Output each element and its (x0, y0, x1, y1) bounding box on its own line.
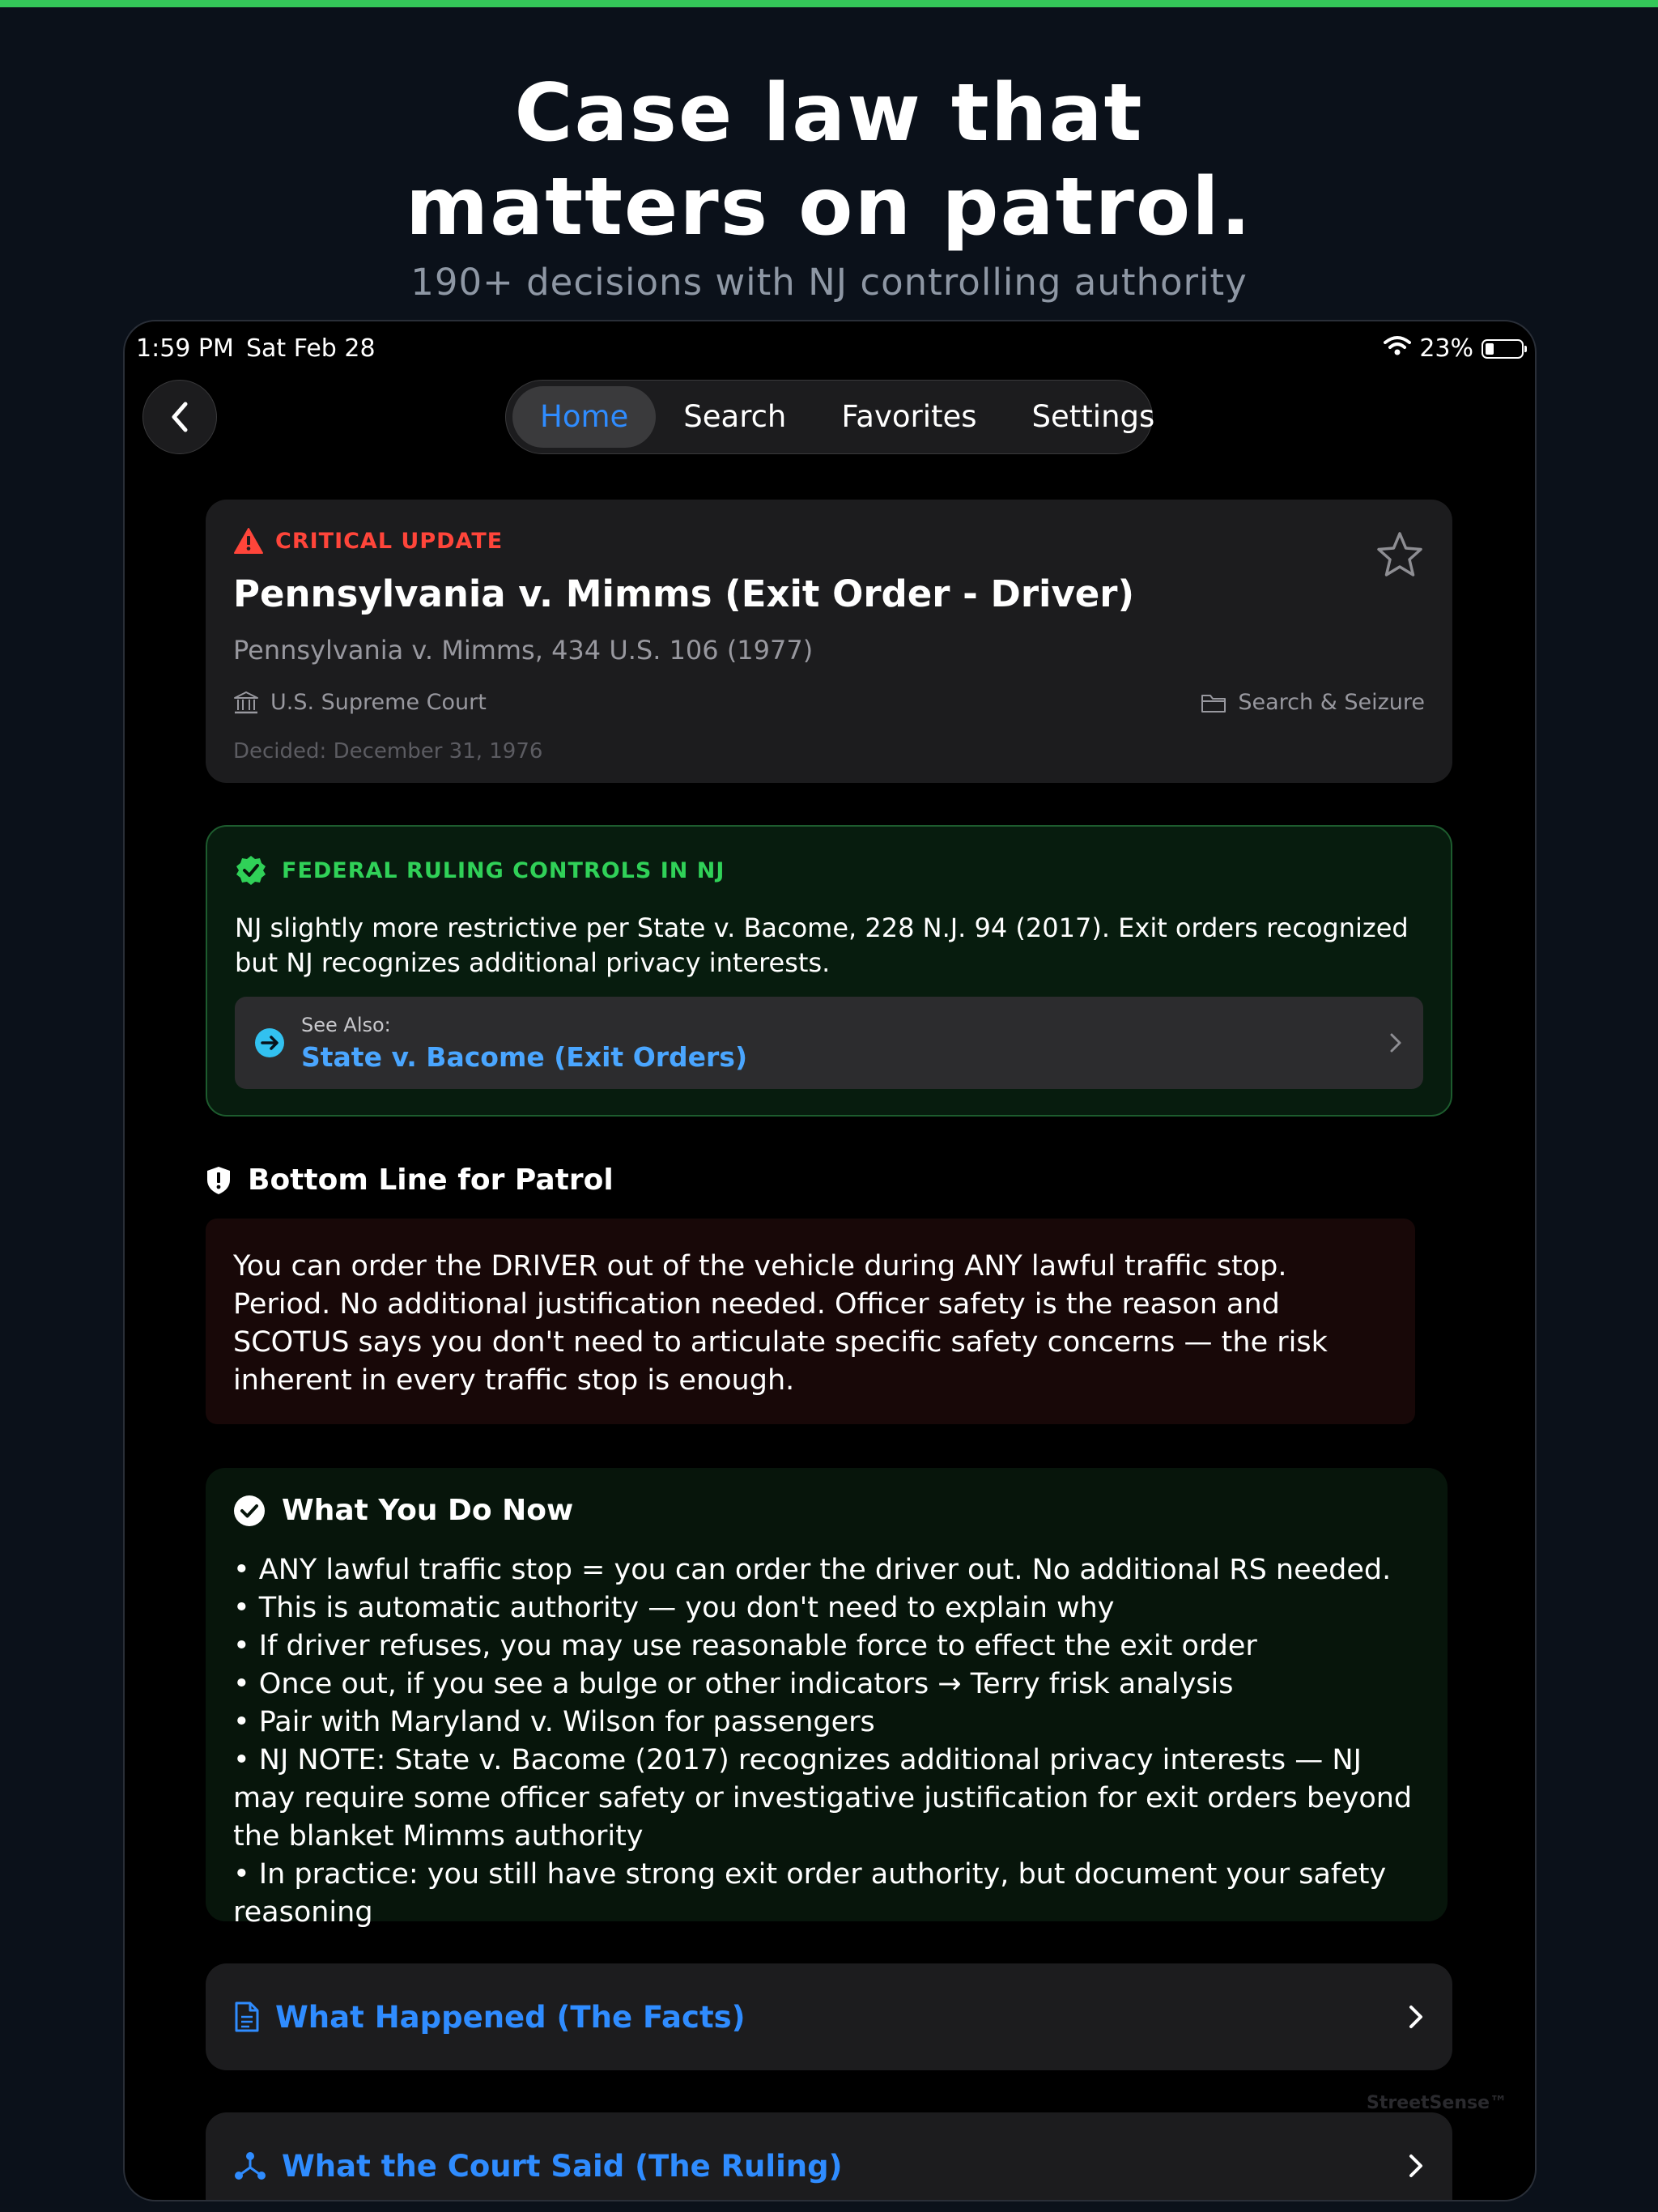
what-you-do-card: What You Do Now • ANY lawful traffic sto… (206, 1468, 1448, 1929)
federal-controls-badge: FEDERAL RULING CONTROLS IN NJ (235, 854, 1423, 887)
top-accent-bar (0, 0, 1658, 7)
facts-section-label: What Happened (The Facts) (275, 1999, 746, 2035)
star-icon (1377, 532, 1422, 576)
bottom-line-heading: Bottom Line for Patrol (206, 1163, 614, 1197)
controlling-note: NJ slightly more restrictive per State v… (235, 912, 1409, 978)
warning-icon (234, 528, 263, 554)
bottom-line-card: You can order the DRIVER out of the vehi… (206, 1219, 1415, 1424)
document-icon (235, 2001, 259, 2032)
facts-section-row[interactable]: What Happened (The Facts) (206, 1963, 1452, 2070)
action-bullet: • Once out, if you see a bulge or other … (233, 1668, 1234, 1700)
case-meta: U.S. Supreme Court Search & Seizure (233, 690, 1425, 715)
critical-update-badge: CRITICAL UPDATE (233, 527, 1425, 555)
headline-line-1: Case law that (514, 67, 1144, 160)
ruling-section-label: What the Court Said (The Ruling) (282, 2148, 843, 2184)
watermark: StreetSense™ (1366, 2093, 1507, 2113)
wifi-icon (1384, 334, 1412, 363)
status-right: 23% (1384, 334, 1527, 363)
marketing-subheadline: 190+ decisions with NJ controlling autho… (410, 261, 1248, 304)
case-citation: Pennsylvania v. Mimms, 434 U.S. 106 (197… (233, 635, 814, 666)
favorite-star-button[interactable] (1375, 530, 1425, 582)
status-bar: 1:59 PM Sat Feb 28 23% (136, 334, 1527, 367)
see-also-case-link[interactable]: State v. Bacome (Exit Orders) (301, 1041, 1388, 1073)
arrow-right-circle-icon (255, 1028, 284, 1057)
what-you-do-title: What You Do Now (282, 1494, 574, 1527)
chevron-left-icon (172, 402, 188, 432)
bottom-line-title: Bottom Line for Patrol (248, 1163, 614, 1197)
battery-percent: 23% (1419, 334, 1473, 363)
tab-favorites[interactable]: Favorites (814, 386, 1004, 448)
marketing-headline: Case law that matters on patrol. (0, 66, 1658, 254)
case-title: Pennsylvania v. Mimms (Exit Order - Driv… (233, 572, 1135, 615)
category-name: Search & Seizure (1238, 690, 1425, 715)
shield-alert-icon (207, 1166, 230, 1194)
courthouse-icon (234, 691, 258, 713)
court-name: U.S. Supreme Court (270, 690, 487, 715)
chevron-right-icon (1409, 2006, 1422, 2028)
action-bullet: • Pair with Maryland v. Wilson for passe… (233, 1706, 875, 1738)
ruling-section-row[interactable]: What the Court Said (The Ruling) (206, 2112, 1452, 2200)
device-screen: 1:59 PM Sat Feb 28 23% Home Search Favor… (123, 320, 1537, 2201)
controlling-authority-card: FEDERAL RULING CONTROLS IN NJ NJ slightl… (206, 825, 1452, 1117)
chevron-right-icon (1390, 1033, 1401, 1053)
see-also-label: See Also: (301, 1013, 391, 1036)
see-also-text: See Also: State v. Bacome (Exit Orders) (301, 1014, 1388, 1073)
tab-home[interactable]: Home (512, 386, 657, 448)
headline-line-2: matters on patrol. (405, 161, 1252, 253)
verified-badge-icon (236, 856, 266, 885)
tab-search[interactable]: Search (656, 386, 814, 448)
case-header-card: CRITICAL UPDATE Pennsylvania v. Mimms (E… (206, 500, 1452, 783)
action-bullet: • This is automatic authority — you don'… (233, 1592, 1115, 1624)
back-button[interactable] (142, 380, 217, 454)
checkmark-circle-icon (234, 1495, 265, 1526)
action-bullet: • If driver refuses, you may use reasona… (233, 1630, 1257, 1662)
network-nodes-icon (235, 2152, 266, 2180)
tab-settings[interactable]: Settings (1005, 386, 1183, 448)
status-time: 1:59 PM (136, 334, 234, 363)
action-bullet: • NJ NOTE: State v. Bacome (2017) recogn… (233, 1744, 1413, 1853)
action-bullets: • ANY lawful traffic stop = you can orde… (233, 1551, 1420, 1932)
see-also-link-row[interactable]: See Also: State v. Bacome (Exit Orders) (235, 997, 1423, 1089)
status-date: Sat Feb 28 (246, 334, 376, 363)
critical-update-label: CRITICAL UPDATE (275, 528, 504, 554)
folder-icon (1201, 694, 1226, 713)
what-you-do-heading: What You Do Now (233, 1494, 1420, 1527)
battery-icon (1482, 338, 1527, 359)
chevron-right-icon (1409, 2155, 1422, 2177)
tab-bar: Home Search Favorites Settings (505, 380, 1154, 454)
court-info: U.S. Supreme Court (233, 690, 487, 715)
action-bullet: • ANY lawful traffic stop = you can orde… (233, 1554, 1392, 1586)
federal-controls-label: FEDERAL RULING CONTROLS IN NJ (282, 857, 725, 883)
action-bullet: • In practice: you still have strong exi… (233, 1858, 1387, 1929)
decided-date: Decided: December 31, 1976 (233, 739, 543, 764)
category-info: Search & Seizure (1201, 690, 1425, 715)
